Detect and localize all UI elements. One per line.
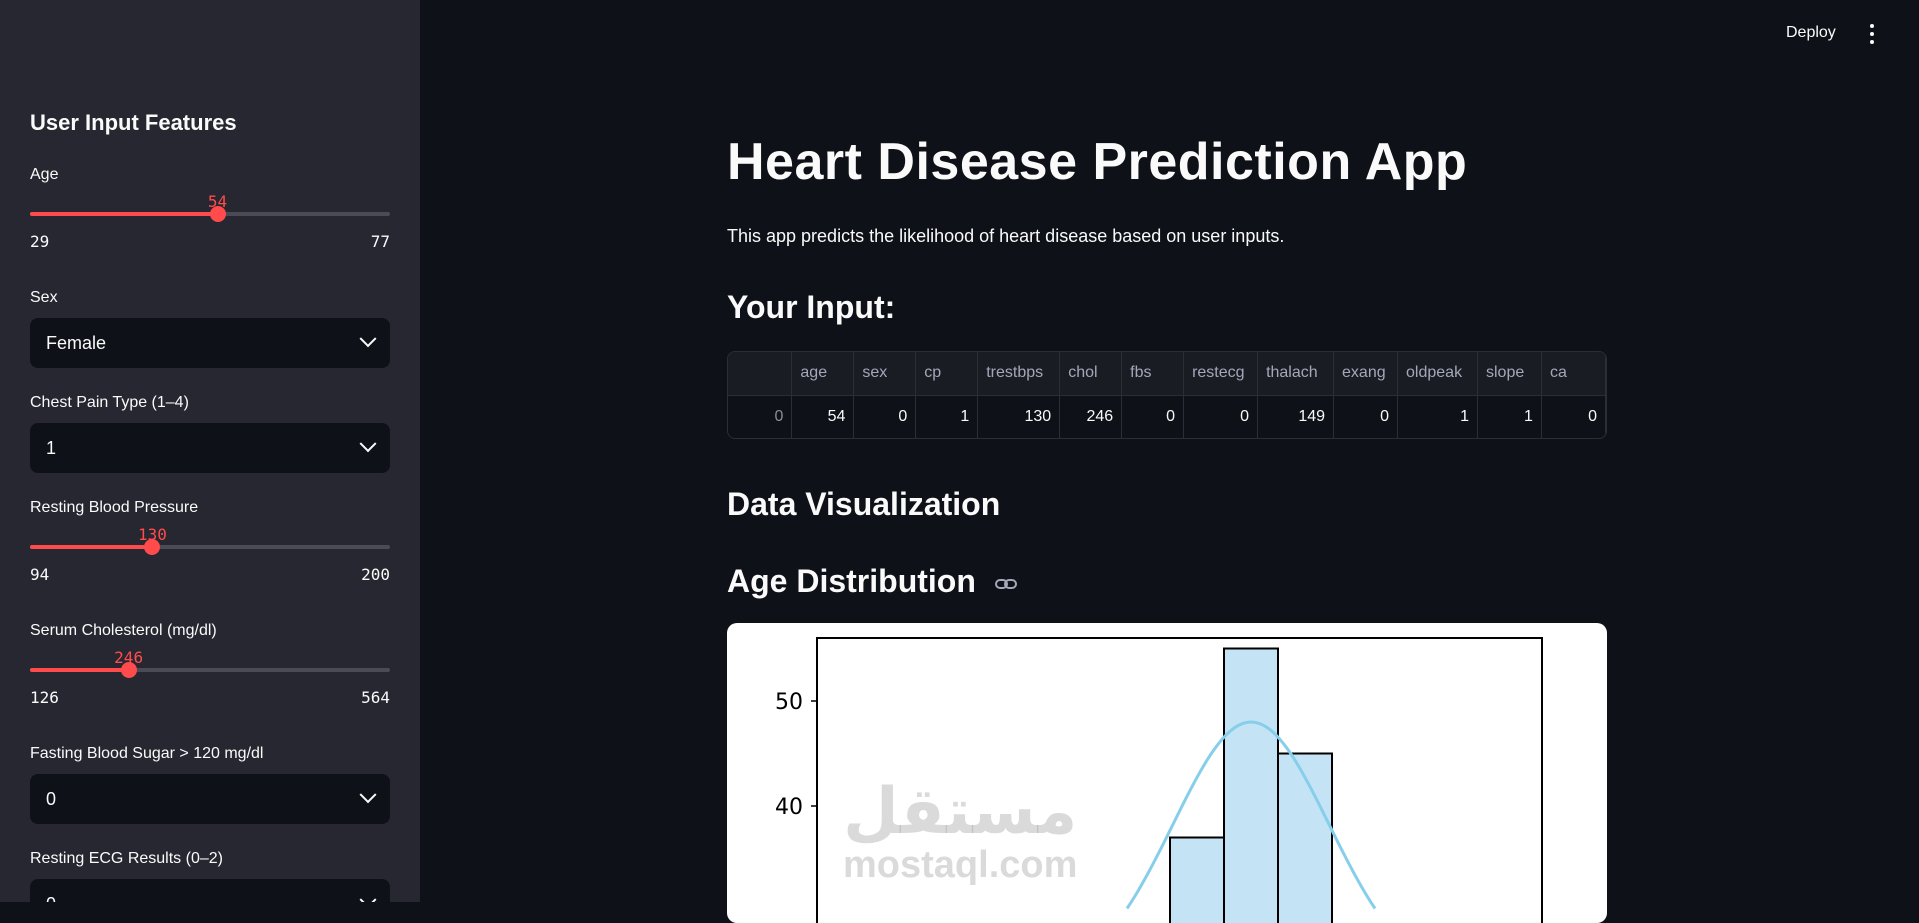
link-icon[interactable] (995, 577, 1017, 591)
intro-text: This app predicts the likelihood of hear… (727, 226, 1284, 247)
slider-fill (30, 212, 218, 216)
slider-thumb[interactable] (121, 662, 137, 678)
cp-select[interactable]: 1 (30, 423, 390, 473)
restecg-label: Resting ECG Results (0–2) (30, 850, 223, 868)
trestbps-label: Resting Blood Pressure (30, 499, 198, 517)
column-header-exang[interactable]: exang (1334, 352, 1398, 395)
chevron-down-icon (360, 330, 377, 347)
chol-slider-max: 564 (361, 688, 390, 707)
slider-thumb[interactable] (210, 206, 226, 222)
viz-heading: Data Visualization (727, 486, 1000, 523)
column-header-index[interactable] (728, 352, 792, 395)
slider-fill (30, 668, 129, 672)
table-cell-cp: 1 (916, 395, 978, 438)
table-cell-chol: 246 (1060, 395, 1122, 438)
chol-slider[interactable]: 246 126 564 (30, 648, 390, 708)
trestbps-slider[interactable]: 130 94 200 (30, 525, 390, 585)
fbs-label: Fasting Blood Sugar > 120 mg/dl (30, 745, 263, 763)
age-distribution-heading: Age Distribution (727, 563, 1017, 600)
slider-fill (30, 545, 152, 549)
y-tick-label: 50 (775, 690, 803, 715)
column-header-oldpeak[interactable]: oldpeak (1398, 352, 1478, 395)
trestbps-slider-max: 200 (361, 565, 390, 584)
restecg-select[interactable]: 0 (30, 879, 390, 902)
chevron-down-icon (360, 786, 377, 803)
sex-select[interactable]: Female (30, 318, 390, 368)
watermark: مستقل mostaql.com (843, 780, 1077, 887)
sex-select-value: Female (46, 333, 106, 354)
table-cell-sex: 0 (854, 395, 916, 438)
input-heading: Your Input: (727, 289, 895, 326)
column-header-ca[interactable]: ca (1541, 352, 1605, 395)
column-header-fbs[interactable]: fbs (1122, 352, 1184, 395)
cp-label: Chest Pain Type (1–4) (30, 394, 189, 412)
column-header-chol[interactable]: chol (1060, 352, 1122, 395)
table-cell-fbs: 0 (1122, 395, 1184, 438)
chol-label: Serum Cholesterol (mg/dl) (30, 622, 217, 640)
table-header-row: agesexcptrestbpscholfbsrestecgthalachexa… (728, 352, 1606, 395)
chevron-down-icon (360, 891, 377, 902)
cp-select-value: 1 (46, 438, 56, 459)
table-cell-trestbps: 130 (978, 395, 1060, 438)
watermark-arabic: مستقل (843, 780, 1077, 844)
column-header-cp[interactable]: cp (916, 352, 978, 395)
age-slider[interactable]: 54 29 77 (30, 192, 390, 252)
table-cell-slope: 1 (1477, 395, 1541, 438)
column-header-age[interactable]: age (792, 352, 854, 395)
table-cell-thalach: 149 (1258, 395, 1334, 438)
sidebar: User Input Features Age 54 29 77 Sex Fem… (0, 0, 420, 902)
table-cell-index: 0 (728, 395, 792, 438)
fbs-select-value: 0 (46, 789, 56, 810)
age-label: Age (30, 166, 58, 184)
slider-thumb[interactable] (144, 539, 160, 555)
age-slider-min: 29 (30, 232, 49, 251)
table-row: 05401130246001490110 (728, 395, 1606, 438)
age-distribution-title: Age Distribution (727, 563, 976, 599)
column-header-trestbps[interactable]: trestbps (978, 352, 1060, 395)
column-header-sex[interactable]: sex (854, 352, 916, 395)
table-cell-ca: 0 (1541, 395, 1605, 438)
chol-slider-min: 126 (30, 688, 59, 707)
table-cell-exang: 0 (1334, 395, 1398, 438)
histogram-bar (1170, 838, 1224, 923)
sidebar-title: User Input Features (30, 110, 237, 136)
input-dataframe[interactable]: agesexcptrestbpscholfbsrestecgthalachexa… (727, 351, 1607, 439)
page-title: Heart Disease Prediction App (727, 132, 1467, 192)
watermark-latin: mostaql.com (843, 844, 1077, 887)
table-cell-restecg: 0 (1184, 395, 1258, 438)
more-options-icon[interactable] (1868, 24, 1876, 46)
deploy-button[interactable]: Deploy (1786, 24, 1836, 42)
chevron-down-icon (360, 435, 377, 452)
trestbps-slider-min: 94 (30, 565, 49, 584)
histogram-bar (1224, 649, 1278, 923)
fbs-select[interactable]: 0 (30, 774, 390, 824)
restecg-select-value: 0 (46, 894, 56, 903)
table-cell-age: 54 (792, 395, 854, 438)
column-header-thalach[interactable]: thalach (1258, 352, 1334, 395)
y-tick-label: 40 (775, 795, 803, 820)
sex-label: Sex (30, 289, 58, 307)
column-header-restecg[interactable]: restecg (1184, 352, 1258, 395)
age-slider-max: 77 (371, 232, 390, 251)
column-header-slope[interactable]: slope (1477, 352, 1541, 395)
table-cell-oldpeak: 1 (1398, 395, 1478, 438)
